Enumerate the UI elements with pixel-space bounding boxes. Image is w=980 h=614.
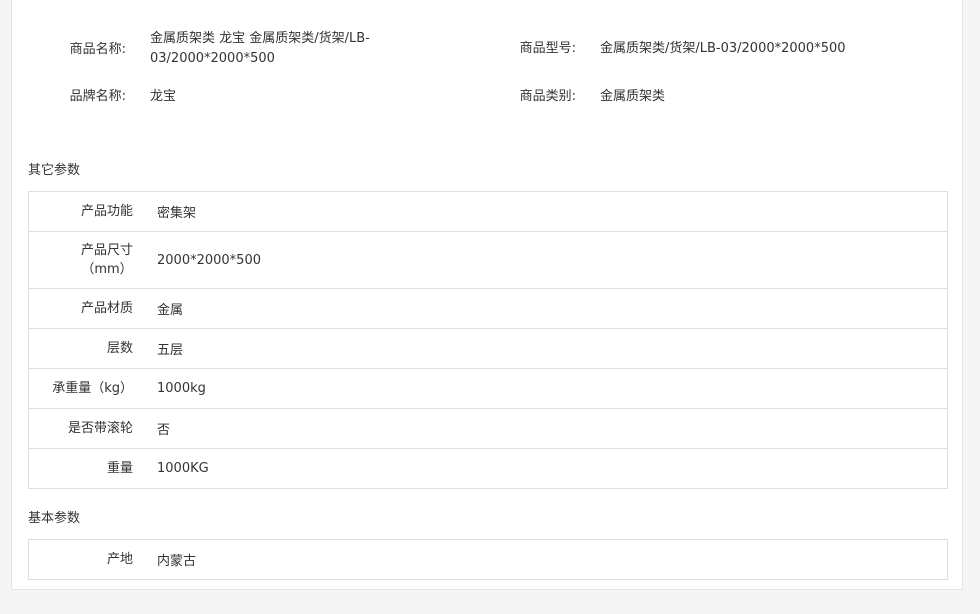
table-row: 层数 五层 (29, 329, 947, 369)
param-value: 内蒙古 (157, 554, 197, 569)
param-key-line1: 产品尺寸 (80, 243, 133, 258)
product-category-value: 金属质架类 (600, 89, 666, 104)
param-key: 层数 (106, 341, 133, 356)
param-value: 金属 (157, 303, 184, 318)
table-row: 产地 内蒙古 (29, 540, 947, 579)
brand-name-label: 品牌名称: (69, 89, 126, 104)
param-value: 五层 (157, 343, 184, 358)
product-name-label: 商品名称: (69, 42, 126, 57)
table-row: 产品尺寸 （mm） 2000*2000*500 (29, 232, 947, 289)
basic-params-title: 基本参数 (28, 511, 81, 526)
table-row: 产品功能 密集架 (29, 192, 947, 232)
param-key: 产品尺寸 （mm） (29, 232, 133, 288)
product-details-panel: 商品名称: 金属质架类 龙宝 金属质架类/货架/LB- 03/2000*2000… (11, 0, 963, 590)
table-row: 产品材质 金属 (29, 289, 947, 329)
basic-params-table: 产地 内蒙古 (28, 539, 948, 580)
param-value: 1000KG (157, 461, 209, 476)
param-value: 否 (157, 423, 171, 438)
param-key: 产地 (106, 552, 133, 567)
brand-name-value: 龙宝 (150, 89, 177, 104)
param-key: 是否带滚轮 (67, 421, 133, 436)
param-value: 密集架 (157, 206, 197, 221)
other-params-title: 其它参数 (28, 163, 81, 178)
product-name-value-line2: 03/2000*2000*500 (150, 51, 275, 66)
product-category-label: 商品类别: (519, 89, 576, 104)
other-params-table: 产品功能 密集架 产品尺寸 （mm） 2000*2000*500 产品材质 金属… (28, 191, 948, 489)
param-key-line2: （mm） (81, 262, 133, 277)
param-key: 承重量（kg） (52, 381, 133, 396)
table-row: 重量 1000KG (29, 449, 947, 488)
param-value: 1000kg (157, 381, 206, 396)
table-row: 是否带滚轮 否 (29, 409, 947, 449)
product-info-grid: 商品名称: 金属质架类 龙宝 金属质架类/货架/LB- 03/2000*2000… (12, 0, 964, 140)
param-key: 重量 (106, 461, 133, 476)
param-key: 产品功能 (80, 204, 133, 219)
product-name-value-line1: 金属质架类 龙宝 金属质架类/货架/LB- (150, 31, 370, 46)
product-model-label: 商品型号: (519, 41, 576, 56)
table-row: 承重量（kg） 1000kg (29, 369, 947, 409)
product-model-value: 金属质架类/货架/LB-03/2000*2000*500 (600, 41, 846, 56)
param-key: 产品材质 (80, 301, 133, 316)
param-value: 2000*2000*500 (157, 252, 261, 268)
